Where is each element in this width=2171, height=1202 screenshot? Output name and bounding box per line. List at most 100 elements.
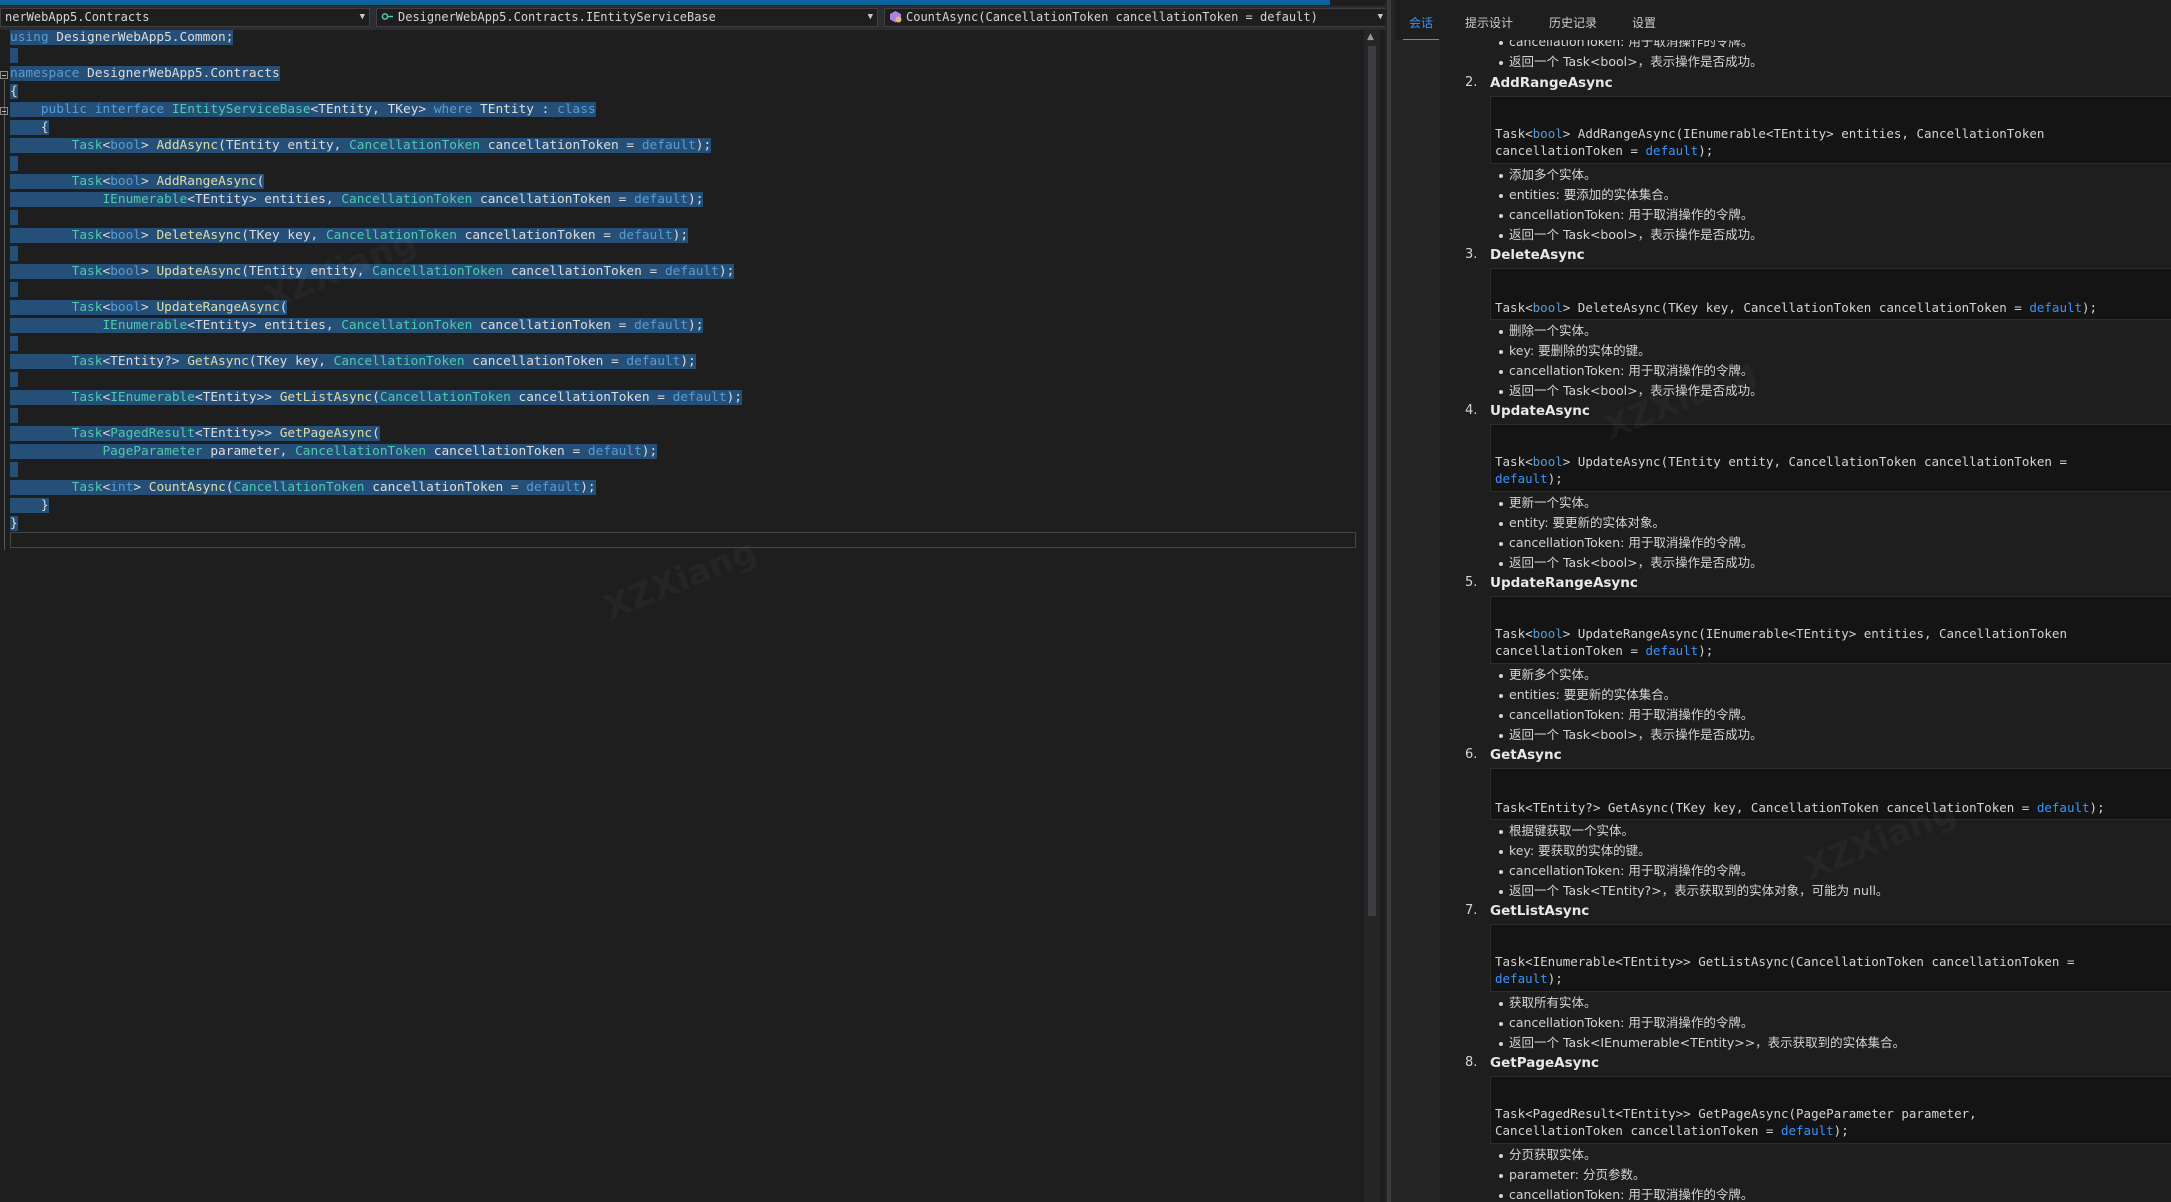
- bullet-item: entities: 要添加的实体集合。: [1509, 187, 1677, 202]
- code-token: UpdateAsync: [156, 264, 242, 279]
- bullet-dot: [1499, 1022, 1503, 1026]
- code-token: cancellationToken =: [426, 444, 588, 459]
- code-token: [10, 228, 72, 243]
- code-editor[interactable]: nerWebApp5.Contracts ▼ DesignerWebApp5.C…: [0, 0, 1390, 1202]
- code-block-line: Task<bool> DeleteAsync(TKey key, Cancell…: [1495, 300, 2098, 315]
- scroll-up-icon[interactable]: ▲: [1367, 32, 1374, 42]
- code-block[interactable]: Task<TEntity?> GetAsync(TKey key, Cancel…: [1490, 768, 2171, 820]
- code-line: Task<bool> AddRangeAsync(: [10, 174, 265, 192]
- code-empty: [10, 246, 18, 261]
- code-block-line: Task<bool> AddRangeAsync(IEnumerable<TEn…: [1495, 126, 2045, 141]
- code-token: IEnumerable: [102, 192, 188, 207]
- code-token: CancellationToken: [233, 480, 365, 495]
- code-line: namespace DesignerWebApp5.Contracts: [10, 66, 280, 84]
- code-token: default: [641, 138, 696, 153]
- code-token: <TEntity?>: [102, 354, 188, 369]
- code-block[interactable]: Task<IEnumerable<TEntity>> GetListAsync(…: [1490, 924, 2171, 992]
- tab-prompt-design[interactable]: 提示设计: [1465, 12, 1513, 34]
- collapse-interface-icon[interactable]: [0, 107, 8, 115]
- type-dropdown[interactable]: DesignerWebApp5.Contracts.IEntityService…: [376, 8, 878, 27]
- code-token: );: [680, 354, 696, 369]
- code-block[interactable]: Task<bool> AddRangeAsync(IEnumerable<TEn…: [1490, 96, 2171, 164]
- code-token: >: [141, 138, 157, 153]
- code-token: default: [634, 318, 689, 333]
- scrollbar-thumb[interactable]: [1368, 46, 1376, 916]
- code-empty: [10, 282, 18, 297]
- bullet-item: entities: 要更新的实体集合。: [1509, 687, 1677, 702]
- editor-active-indicator: [0, 0, 1330, 5]
- bullet-dot: [1499, 734, 1503, 738]
- code-token: default: [587, 444, 642, 459]
- code-line: {: [10, 84, 18, 102]
- collapse-namespace-icon[interactable]: [0, 71, 8, 79]
- code-token: default: [672, 390, 727, 405]
- code-block-line: Task<bool> UpdateAsync(TEntity entity, C…: [1495, 454, 2067, 469]
- code-line: [10, 462, 18, 480]
- chevron-down-icon: ▼: [359, 12, 365, 22]
- method-title: GetListAsync: [1490, 903, 1590, 919]
- code-token: class: [557, 102, 596, 117]
- bullet-item: 根据键获取一个实体。: [1509, 823, 1635, 838]
- tab-history[interactable]: 历史记录: [1549, 12, 1597, 34]
- code-block-line: CancellationToken cancellationToken = de…: [1495, 1123, 1849, 1138]
- code-block[interactable]: Task<PagedResult<TEntity>> GetPageAsync(…: [1490, 1076, 2171, 1144]
- code-token: IEnumerable: [110, 390, 195, 405]
- tab-chat[interactable]: 会话: [1402, 12, 1440, 41]
- code-token: default: [664, 264, 719, 279]
- code-line: [10, 336, 18, 354]
- bullet-dot: [1499, 1154, 1503, 1158]
- chat-response[interactable]: cancellationToken: 用于取消操作的令牌。 返回一个 Task<b…: [1440, 40, 2171, 1202]
- code-area[interactable]: using DesignerWebApp5.Common; namespace …: [0, 30, 1360, 1202]
- code-token: bool: [110, 264, 142, 279]
- code-block[interactable]: Task<bool> UpdateAsync(TEntity entity, C…: [1490, 424, 2171, 492]
- code-line: public interface IEntityServiceBase<TEnt…: [10, 102, 596, 120]
- bullet-item: 返回一个 Task<IEnumerable<TEntity>>，表示获取到的实体…: [1509, 1035, 1906, 1050]
- code-line: Task<bool> AddAsync(TEntity entity, Canc…: [10, 138, 712, 156]
- code-token: >: [133, 480, 149, 495]
- code-token: CancellationToken: [333, 354, 465, 369]
- project-dropdown-label: nerWebApp5.Contracts: [5, 10, 150, 24]
- bullet-item: cancellationToken: 用于取消操作的令牌。: [1509, 535, 1754, 550]
- bullet-item: cancellationToken: 用于取消操作的令牌。: [1509, 863, 1754, 878]
- code-token: UpdateRangeAsync: [156, 300, 280, 315]
- code-token: default: [626, 354, 681, 369]
- code-token: <TEntity> entities,: [187, 318, 342, 333]
- bullet-dot: [1499, 694, 1503, 698]
- code-token: AddRangeAsync: [156, 174, 257, 189]
- code-token: <TEntity>>: [194, 390, 280, 405]
- bullet-dot: [1499, 1174, 1503, 1178]
- editor-vertical-scrollbar[interactable]: ▲: [1364, 30, 1380, 1202]
- panel-splitter[interactable]: [1385, 0, 1395, 1202]
- code-line: [10, 282, 18, 300]
- bullet-item: key: 要获取的实体的键。: [1509, 843, 1651, 858]
- bullet-item: 返回一个 Task<bool>，表示操作是否成功。: [1509, 555, 1763, 570]
- code-line: Task<int> CountAsync(CancellationToken c…: [10, 480, 596, 498]
- code-token: (: [256, 174, 265, 189]
- bullet-dot: [1499, 522, 1503, 526]
- code-token: [10, 444, 103, 459]
- project-dropdown[interactable]: nerWebApp5.Contracts ▼: [0, 8, 370, 27]
- code-line: [10, 156, 18, 174]
- code-token: bool: [110, 228, 142, 243]
- bullet-dot: [1499, 502, 1503, 506]
- code-empty: [10, 336, 18, 351]
- list-number: 5.: [1465, 575, 1478, 590]
- code-block[interactable]: Task<bool> DeleteAsync(TKey key, Cancell…: [1490, 268, 2171, 320]
- code-token: Task: [71, 174, 103, 189]
- code-token: );: [726, 390, 742, 405]
- tab-settings[interactable]: 设置: [1632, 12, 1656, 34]
- code-token: default: [526, 480, 581, 495]
- member-dropdown[interactable]: CountAsync(CancellationToken cancellatio…: [884, 8, 1388, 27]
- code-token: bool: [110, 174, 142, 189]
- bullet-item: cancellationToken: 用于取消操作的令牌。: [1509, 1187, 1754, 1202]
- bullet-item: 获取所有实体。: [1509, 995, 1597, 1010]
- chevron-down-icon: ▼: [867, 12, 873, 22]
- code-token: >: [141, 228, 157, 243]
- bullet-dot: [1499, 890, 1503, 894]
- fold-guide: [4, 80, 5, 550]
- code-block[interactable]: Task<bool> UpdateRangeAsync(IEnumerable<…: [1490, 596, 2171, 664]
- code-token: cancellationToken =: [364, 480, 527, 495]
- code-token: DesignerWebApp5.Contracts: [79, 66, 280, 81]
- code-token: CancellationToken: [341, 192, 473, 207]
- code-token: CancellationToken: [295, 444, 427, 459]
